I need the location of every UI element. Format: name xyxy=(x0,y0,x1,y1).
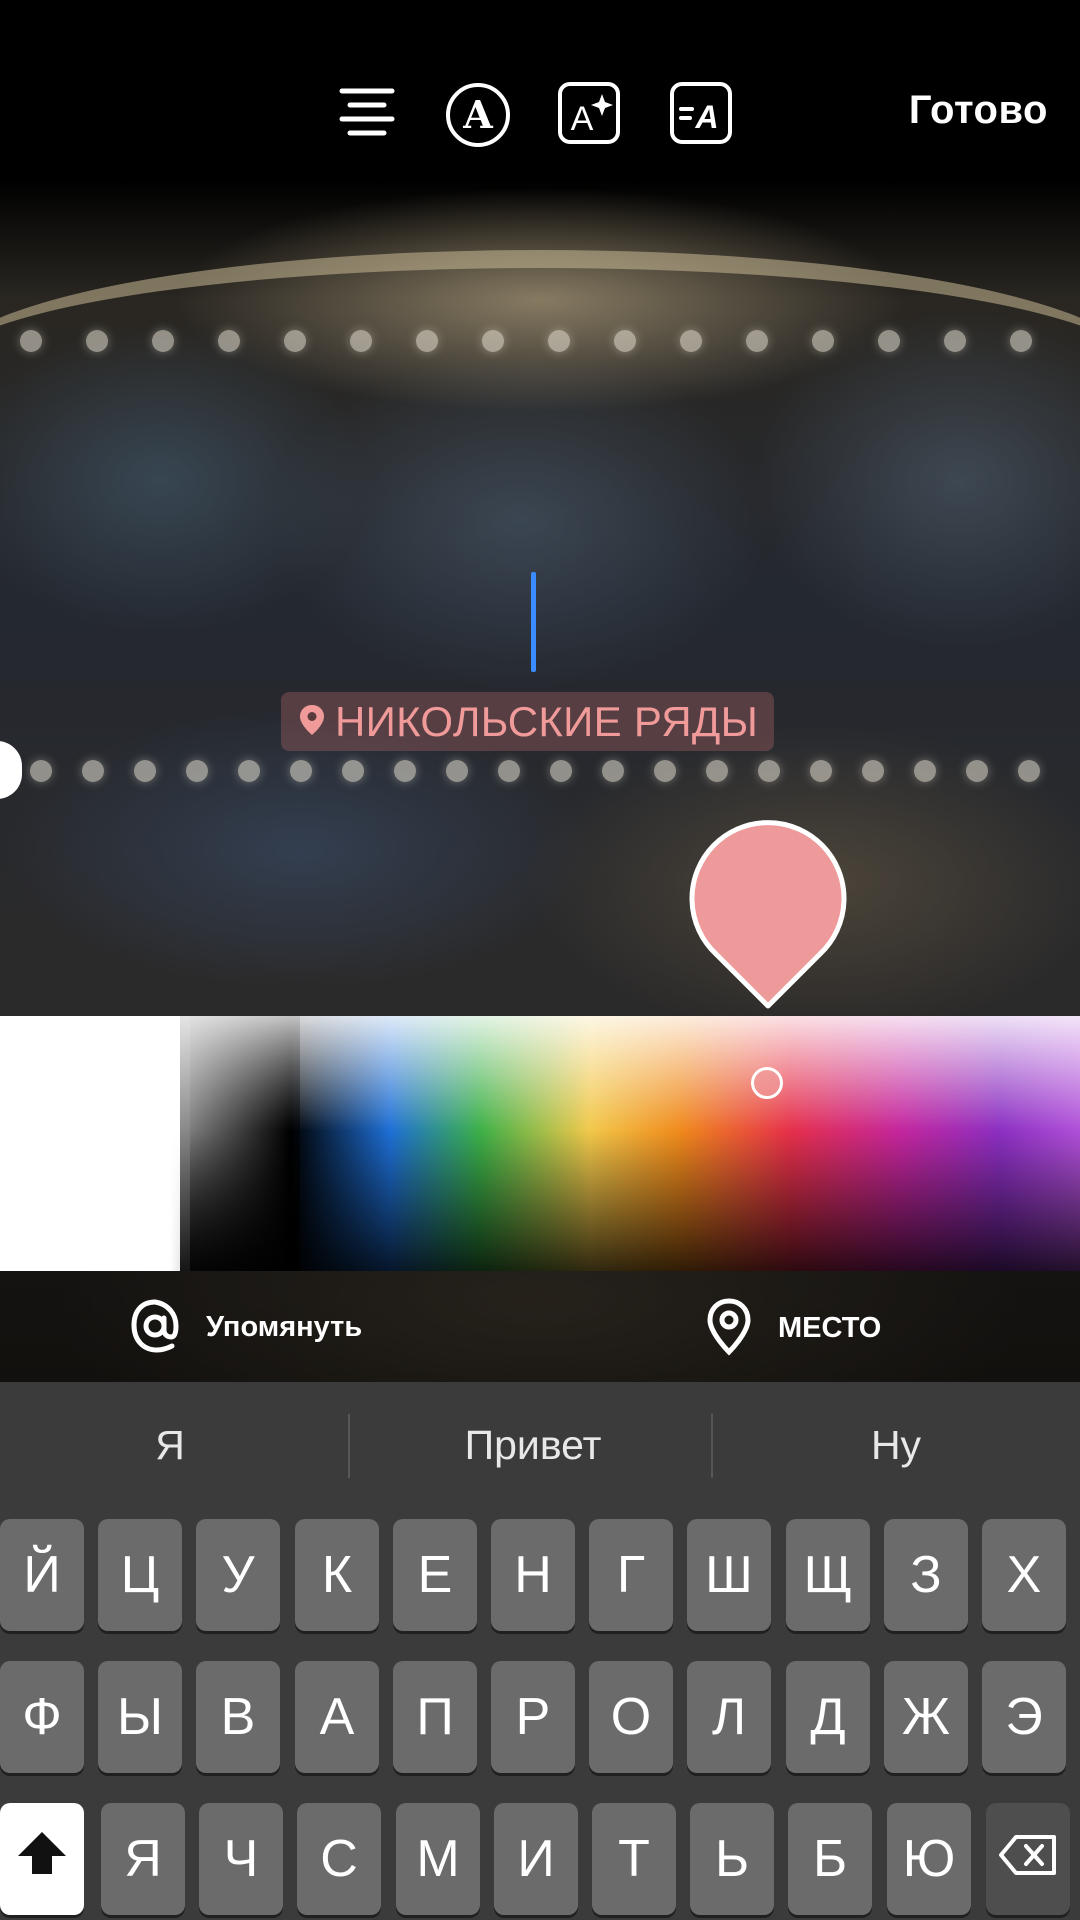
done-button[interactable]: Готово xyxy=(909,88,1048,133)
key-К[interactable]: К xyxy=(295,1519,379,1631)
align-center-icon[interactable] xyxy=(336,82,398,144)
font-style-icon[interactable]: A xyxy=(445,82,511,148)
key-Ш[interactable]: Ш xyxy=(687,1519,771,1631)
key-С[interactable]: С xyxy=(297,1803,381,1915)
text-animation-icon[interactable]: A xyxy=(670,82,732,144)
suggestion-divider xyxy=(348,1414,350,1478)
selected-color-preview xyxy=(688,820,848,1010)
key-Р[interactable]: Р xyxy=(491,1661,575,1773)
text-cursor xyxy=(531,572,536,672)
location-button[interactable]: МЕСТО xyxy=(706,1298,881,1359)
suggestion-item[interactable]: Ну xyxy=(716,1422,1076,1469)
key-В[interactable]: В xyxy=(196,1661,280,1773)
key-Щ[interactable]: Щ xyxy=(786,1519,870,1631)
key-Б[interactable]: Б xyxy=(788,1803,872,1915)
backspace-key[interactable] xyxy=(986,1803,1070,1915)
key-З[interactable]: З xyxy=(884,1519,968,1631)
color-picker-handle[interactable] xyxy=(751,1067,783,1099)
location-label: МЕСТО xyxy=(778,1312,882,1344)
key-М[interactable]: М xyxy=(396,1803,480,1915)
key-Е[interactable]: Е xyxy=(393,1519,477,1631)
key-Э[interactable]: Э xyxy=(982,1661,1066,1773)
key-Т[interactable]: Т xyxy=(592,1803,676,1915)
suggestion-item[interactable]: Я xyxy=(0,1422,350,1469)
suggestion-divider xyxy=(711,1414,713,1478)
color-spectrum-picker[interactable] xyxy=(0,1016,1080,1271)
key-У[interactable]: У xyxy=(196,1519,280,1631)
key-Ы[interactable]: Ы xyxy=(98,1661,182,1773)
at-icon xyxy=(130,1298,180,1357)
location-sticker-text: НИКОЛЬСКИЕ РЯДЫ xyxy=(335,697,759,745)
key-А[interactable]: А xyxy=(295,1661,379,1773)
key-Х[interactable]: Х xyxy=(982,1519,1066,1631)
backspace-icon xyxy=(998,1829,1058,1889)
location-sticker[interactable]: НИКОЛЬСКИЕ РЯДЫ xyxy=(281,692,775,751)
mention-button[interactable]: Упомянуть xyxy=(130,1298,362,1357)
key-Ю[interactable]: Ю xyxy=(887,1803,971,1915)
key-Ц[interactable]: Ц xyxy=(98,1519,182,1631)
key-П[interactable]: П xyxy=(393,1661,477,1773)
key-И[interactable]: И xyxy=(494,1803,578,1915)
suggestion-item[interactable]: Привет xyxy=(353,1422,713,1469)
key-Ж[interactable]: Ж xyxy=(884,1661,968,1773)
key-Л[interactable]: Л xyxy=(687,1661,771,1773)
svg-text:A: A xyxy=(462,92,493,137)
key-Я[interactable]: Я xyxy=(101,1803,185,1915)
key-Ь[interactable]: Ь xyxy=(690,1803,774,1915)
key-О[interactable]: О xyxy=(589,1661,673,1773)
key-Д[interactable]: Д xyxy=(786,1661,870,1773)
key-Й[interactable]: Й xyxy=(0,1519,84,1631)
key-Ч[interactable]: Ч xyxy=(199,1803,283,1915)
key-Г[interactable]: Г xyxy=(589,1519,673,1631)
svg-text:A: A xyxy=(694,99,718,135)
location-pin-icon xyxy=(706,1298,752,1359)
key-Н[interactable]: Н xyxy=(491,1519,575,1631)
location-pin-icon xyxy=(299,698,325,746)
key-Ф[interactable]: Ф xyxy=(0,1661,84,1773)
suggestion-bar: Я Привет Ну xyxy=(0,1382,1080,1514)
shift-arrow-icon xyxy=(14,1828,70,1891)
shift-key[interactable] xyxy=(0,1803,84,1915)
svg-text:A: A xyxy=(571,100,594,138)
mention-label: Упомянуть xyxy=(206,1311,363,1343)
text-effects-icon[interactable]: A xyxy=(558,82,620,144)
